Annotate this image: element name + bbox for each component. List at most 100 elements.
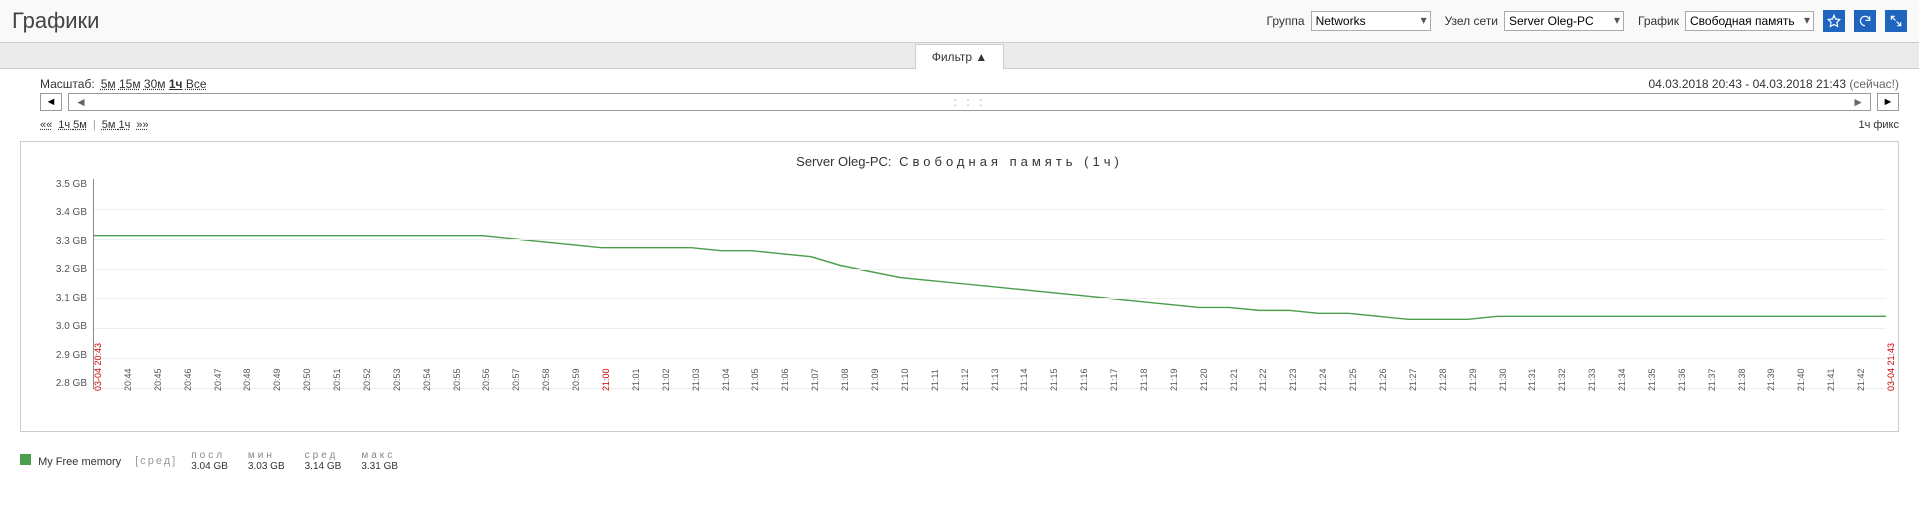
x-tick: 21:39 — [1766, 368, 1776, 391]
zoom-1ч[interactable]: 1ч — [169, 77, 183, 91]
graph-label: График — [1638, 14, 1679, 28]
x-tick: 21:09 — [870, 368, 880, 391]
time-range-now: (сейчас!) — [1849, 77, 1899, 91]
nav-prev-button[interactable]: ◄ — [40, 93, 62, 111]
x-tick: 21:10 — [900, 368, 910, 391]
x-tick: 21:05 — [750, 368, 760, 391]
x-tick: 21:32 — [1557, 368, 1567, 391]
legend-agg-label: [сред] — [135, 455, 177, 467]
graph-select[interactable]: Свободная память — [1685, 11, 1814, 31]
page-title: Графики — [12, 8, 99, 34]
quick-nav-next[interactable]: »» — [136, 119, 148, 131]
x-tick: 20:57 — [511, 368, 521, 391]
x-tick: 21:11 — [930, 369, 940, 391]
x-tick: 21:40 — [1796, 368, 1806, 391]
grip-icon: : : : — [954, 95, 986, 109]
x-tick: 21:08 — [840, 368, 850, 391]
x-tick: 20:44 — [123, 368, 133, 391]
series-line — [94, 236, 1886, 320]
zoom-controls: Масштаб: 5м 15м 30м 1ч Все — [40, 77, 207, 91]
x-tick: 21:34 — [1617, 368, 1627, 391]
x-tick: 21:25 — [1348, 368, 1358, 391]
x-tick: 21:42 — [1856, 368, 1866, 391]
x-tick: 21:29 — [1468, 368, 1478, 391]
x-tick: 21:38 — [1737, 368, 1747, 391]
x-tick: 21:27 — [1408, 368, 1418, 391]
zoom-15м[interactable]: 15м — [119, 77, 141, 91]
group-label: Группа — [1267, 14, 1305, 28]
x-tick: 20:59 — [571, 368, 581, 391]
zoom-5м[interactable]: 5м — [101, 77, 116, 91]
quick-nav-5м[interactable]: 5м — [102, 119, 116, 131]
header-controls: Группа Networks Узел сети Server Oleg-PC… — [1259, 10, 1907, 32]
fullscreen-button[interactable] — [1885, 10, 1907, 32]
x-tick: 21:37 — [1707, 368, 1717, 391]
timeline-scrubber[interactable]: ◄ : : : ► — [68, 93, 1871, 111]
x-tick: 20:52 — [362, 368, 372, 391]
x-tick: 03-04 20:43 — [93, 343, 103, 391]
x-tick: 21:41 — [1826, 368, 1836, 391]
filter-bar: Фильтр ▲ — [0, 43, 1919, 69]
timeline-inner-right[interactable]: ► — [1852, 95, 1864, 109]
x-tick: 21:19 — [1169, 368, 1179, 391]
legend-stat: мин3.03 GB — [248, 450, 285, 472]
group-select[interactable]: Networks — [1311, 11, 1431, 31]
x-tick: 21:14 — [1019, 368, 1029, 391]
zoom-30м[interactable]: 30м — [144, 77, 166, 91]
quick-nav-left: «« 1ч 5м | 5м 1ч »» — [40, 119, 149, 131]
quick-nav-1ч[interactable]: 1ч — [58, 119, 70, 131]
timeline-inner-left[interactable]: ◄ — [75, 95, 87, 109]
x-tick: 20:49 — [272, 368, 282, 391]
x-tick: 03-04 21:43 — [1886, 343, 1896, 391]
x-tick: 21:16 — [1079, 368, 1089, 391]
host-select[interactable]: Server Oleg-PC — [1504, 11, 1624, 31]
x-tick: 20:58 — [541, 368, 551, 391]
x-tick: 20:55 — [452, 368, 462, 391]
quick-nav-5м[interactable]: 5м — [73, 119, 87, 131]
x-tick: 21:15 — [1049, 368, 1059, 391]
x-tick: 21:28 — [1438, 368, 1448, 391]
nav-next-button[interactable]: ► — [1877, 93, 1899, 111]
x-tick: 20:47 — [213, 368, 223, 391]
star-icon — [1827, 14, 1841, 28]
y-tick: 3.2 GB — [33, 264, 87, 275]
x-tick: 21:22 — [1258, 368, 1268, 391]
x-tick: 21:13 — [990, 368, 1000, 391]
time-range: 04.03.2018 20:43 - 04.03.2018 21:43 (сей… — [1649, 77, 1900, 91]
x-tick: 21:26 — [1378, 368, 1388, 391]
x-tick: 20:50 — [302, 368, 312, 391]
x-tick: 21:03 — [691, 368, 701, 391]
x-tick: 21:35 — [1647, 368, 1657, 391]
quick-nav-prev[interactable]: «« — [40, 119, 52, 131]
fullscreen-icon — [1889, 14, 1903, 28]
legend-series-name: My Free memory — [38, 456, 121, 468]
x-tick: 21:30 — [1498, 368, 1508, 391]
chart-title-rest: Свободная память (1ч) — [899, 154, 1123, 169]
x-tick: 21:12 — [960, 368, 970, 391]
zoom-Все[interactable]: Все — [186, 77, 207, 91]
legend: My Free memory [сред] посл3.04 GB мин3.03… — [0, 440, 1919, 480]
y-tick: 3.0 GB — [33, 321, 87, 332]
x-tick: 20:51 — [332, 368, 342, 391]
filter-toggle[interactable]: Фильтр ▲ — [915, 44, 1005, 69]
chart-panel: Server Oleg-PC: Свободная память (1ч) 3.… — [20, 141, 1899, 432]
x-tick: 21:17 — [1109, 368, 1119, 391]
chart-title: Server Oleg-PC: Свободная память (1ч) — [21, 148, 1898, 179]
quick-nav-fix[interactable]: 1ч фикс — [1858, 119, 1899, 131]
x-tick: 21:04 — [721, 368, 731, 391]
x-tick: 21:02 — [661, 368, 671, 391]
legend-stat: посл3.04 GB — [191, 450, 228, 472]
legend-stat: сред3.14 GB — [305, 450, 342, 472]
refresh-button[interactable] — [1854, 10, 1876, 32]
plot-area — [93, 179, 1886, 389]
x-tick: 21:18 — [1139, 368, 1149, 391]
quick-nav-1ч[interactable]: 1ч — [118, 119, 130, 131]
x-axis: 03-04 20:4320:4420:4520:4620:4720:4820:4… — [93, 389, 1886, 427]
x-tick: 21:20 — [1199, 368, 1209, 391]
host-label: Узел сети — [1445, 14, 1498, 28]
y-tick: 3.5 GB — [33, 179, 87, 190]
x-tick: 21:36 — [1677, 368, 1687, 391]
x-tick: 21:31 — [1527, 368, 1537, 391]
x-tick: 20:56 — [481, 368, 491, 391]
favorite-button[interactable] — [1823, 10, 1845, 32]
